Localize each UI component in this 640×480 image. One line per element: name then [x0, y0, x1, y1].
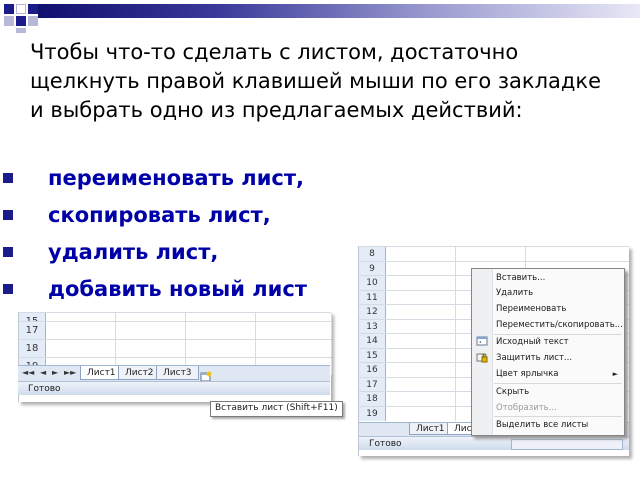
- title-decoration: [0, 0, 640, 34]
- decor-square: [16, 16, 26, 26]
- horizontal-scrollbar[interactable]: [511, 439, 623, 450]
- bullet-text: скопировать лист,: [48, 203, 271, 227]
- row-header[interactable]: 12: [359, 305, 386, 319]
- bullet-square-icon: [3, 210, 13, 220]
- cell[interactable]: [455, 247, 526, 261]
- bullet-text: удалить лист,: [48, 240, 219, 264]
- view-code-icon: [476, 336, 488, 347]
- cell[interactable]: [385, 406, 456, 421]
- row-header[interactable]: 17: [359, 377, 386, 392]
- protect-sheet-icon: [476, 352, 488, 363]
- sheet-tab-1[interactable]: Лист1: [409, 423, 452, 435]
- next-sheet-button[interactable]: ►: [52, 368, 58, 377]
- menu-item-view-code[interactable]: Исходный текст: [496, 335, 569, 349]
- prev-sheet-button[interactable]: ◄: [40, 368, 46, 377]
- cell[interactable]: [45, 340, 116, 357]
- row-header[interactable]: 15: [359, 348, 386, 363]
- sheet-tab-bar: ◄◄ ◄ ► ►► Лист1 Лист2 Лист3: [18, 365, 330, 382]
- menu-item-delete[interactable]: Удалить: [496, 286, 533, 300]
- menu-item-insert[interactable]: Вставить...: [496, 271, 545, 285]
- row-header[interactable]: 19: [359, 406, 386, 421]
- cell[interactable]: [255, 322, 332, 339]
- cell[interactable]: [115, 340, 186, 357]
- decor-square: [16, 28, 26, 33]
- sheet-tab-2[interactable]: Лист2: [118, 366, 161, 380]
- row-header[interactable]: 18: [19, 340, 46, 357]
- first-sheet-button[interactable]: ◄◄: [22, 368, 34, 377]
- list-item: переименовать лист,: [0, 164, 640, 201]
- menu-item-move-copy[interactable]: Переместить/скопировать...: [496, 318, 623, 332]
- menu-item-tab-color[interactable]: Цвет ярлычка: [496, 367, 559, 381]
- menu-separator: [494, 383, 622, 384]
- excel-screenshot-right: 8 9 10 11 12 13 14 15 16 17 18 19 Лист1 …: [358, 246, 629, 456]
- cell[interactable]: [385, 348, 456, 363]
- title-gradient-bar: [38, 4, 640, 18]
- bullet-square-icon: [3, 173, 13, 183]
- last-sheet-button[interactable]: ►►: [64, 368, 76, 377]
- menu-separator: [494, 416, 622, 417]
- menu-item-select-all-sheets[interactable]: Выделить все листы: [496, 418, 588, 432]
- cell[interactable]: [385, 392, 456, 406]
- row-header[interactable]: 18: [359, 392, 386, 406]
- sheet-tab-1[interactable]: Лист1: [80, 366, 123, 380]
- row-header[interactable]: 13: [359, 319, 386, 334]
- menu-item-rename[interactable]: Переименовать: [496, 302, 566, 316]
- sheet-row: 18: [19, 339, 332, 357]
- decor-square: [4, 4, 14, 14]
- cell[interactable]: [185, 322, 256, 339]
- menu-item-unhide: Отобразить...: [496, 403, 557, 413]
- sheet-tab-context-menu: Вставить... Удалить Переименовать Переме…: [471, 268, 625, 436]
- bullet-text: добавить новый лист: [48, 277, 307, 301]
- cell[interactable]: [385, 290, 456, 305]
- insert-sheet-icon[interactable]: [200, 367, 212, 382]
- cell[interactable]: [255, 340, 332, 357]
- bullet-square-icon: [3, 284, 13, 294]
- insert-sheet-tooltip: Вставить лист (Shift+F11): [210, 401, 343, 417]
- row-header[interactable]: 17: [19, 322, 46, 339]
- menu-item-protect-sheet[interactable]: Защитить лист...: [496, 351, 572, 365]
- cell[interactable]: [45, 322, 116, 339]
- row-header[interactable]: 11: [359, 290, 386, 305]
- cell[interactable]: [385, 305, 456, 319]
- list-item: скопировать лист,: [0, 201, 640, 238]
- cell[interactable]: [385, 377, 456, 392]
- row-header[interactable]: 9: [359, 261, 386, 276]
- cell[interactable]: [385, 276, 456, 290]
- row-header[interactable]: 16: [359, 363, 386, 377]
- cell[interactable]: [115, 322, 186, 339]
- status-text: Готово: [369, 439, 402, 449]
- cell[interactable]: [385, 319, 456, 334]
- status-bar: Готово: [18, 381, 330, 395]
- sheet-row: 17: [19, 321, 332, 339]
- menu-item-hide[interactable]: Скрыть: [496, 385, 529, 399]
- sheet-row: 8: [359, 246, 629, 262]
- row-header[interactable]: 10: [359, 276, 386, 290]
- bullet-text: переименовать лист,: [48, 166, 304, 190]
- row-header[interactable]: 14: [359, 334, 386, 348]
- decor-square: [4, 16, 14, 26]
- cell[interactable]: [385, 334, 456, 348]
- sheet-tab-3[interactable]: Лист3: [156, 366, 199, 380]
- row-header[interactable]: 8: [359, 247, 386, 261]
- decor-square: [16, 4, 26, 14]
- submenu-arrow-icon: ►: [612, 370, 618, 378]
- decor-square: [28, 4, 38, 14]
- decor-square: [28, 16, 38, 26]
- status-bar: Готово: [359, 436, 629, 450]
- cell[interactable]: [385, 363, 456, 377]
- intro-text: Чтобы что-то сделать с листом, достаточн…: [30, 40, 602, 122]
- cell[interactable]: [385, 247, 456, 261]
- cell[interactable]: [185, 340, 256, 357]
- cell[interactable]: [385, 261, 456, 276]
- bullet-square-icon: [3, 247, 13, 257]
